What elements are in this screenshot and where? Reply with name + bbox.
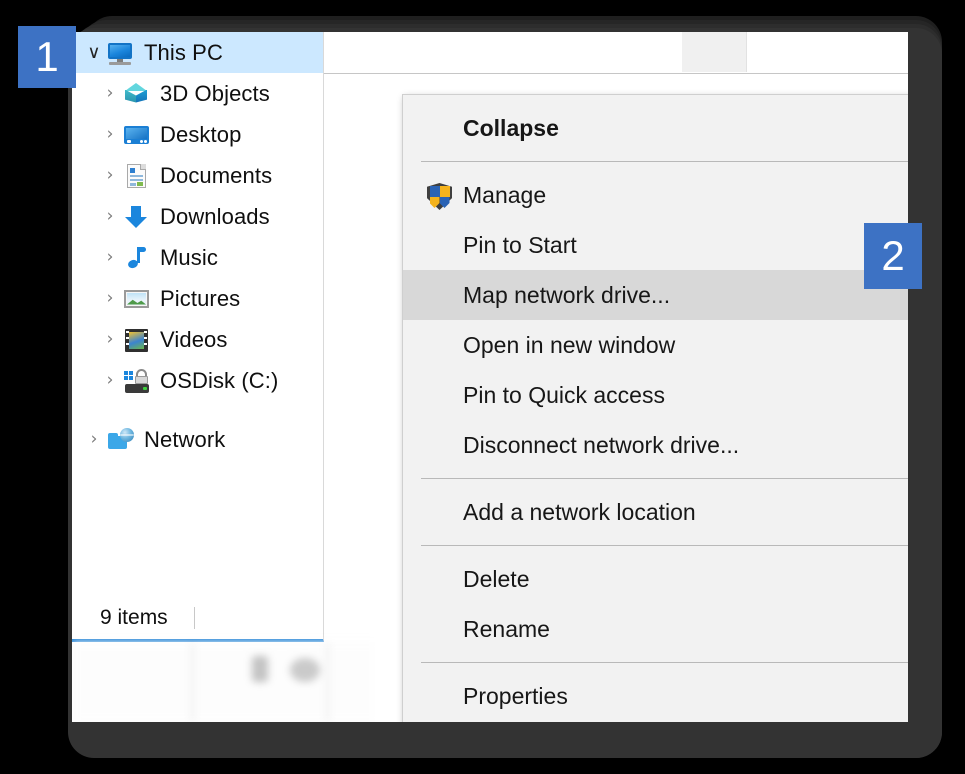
tree-item-label: Downloads (160, 203, 270, 229)
menu-item-label: Rename (463, 615, 550, 642)
tree-item-label: Desktop (160, 121, 242, 147)
menu-item-pin-to-quick-access[interactable]: Pin to Quick access (403, 370, 908, 420)
status-divider (193, 607, 195, 629)
menu-item-icon-slot (417, 681, 463, 711)
tree-item-network[interactable]: › Network (72, 419, 323, 460)
tree-item-label: Network (144, 426, 226, 452)
menu-item-icon-slot (417, 330, 463, 360)
chevron-right-icon[interactable]: › (98, 249, 122, 266)
tree-item-label: 3D Objects (160, 80, 270, 106)
menu-item-label: Map network drive... (463, 281, 671, 308)
menu-item-label: Collapse (463, 114, 559, 141)
menu-item-label: Open in new window (463, 331, 676, 358)
menu-item-label: Pin to Quick access (463, 381, 665, 408)
tree-item-label: Pictures (160, 285, 241, 311)
menu-item-icon-slot (417, 497, 463, 527)
context-menu[interactable]: Collapse Manage Pin to Start Map network… (402, 94, 908, 722)
downloads-icon (122, 204, 152, 230)
chevron-right-icon[interactable]: › (98, 126, 122, 143)
menu-item-label: Add a network location (463, 498, 696, 525)
screenshot-root: ∨ This PC › 3D Objects › Desktop › Docum… (0, 0, 965, 774)
chevron-down-icon[interactable]: ∨ (82, 43, 106, 62)
menu-item-open-in-new-window[interactable]: Open in new window (403, 320, 908, 370)
chevron-right-icon[interactable]: › (98, 167, 122, 184)
menu-item-icon-slot (417, 113, 463, 143)
tree-item-osdisk[interactable]: › OSDisk (C:) (72, 360, 323, 401)
pictures-icon (122, 286, 152, 312)
menu-separator (421, 662, 908, 663)
menu-item-label: Pin to Start (463, 231, 577, 258)
status-bar: 9 items (72, 598, 322, 638)
desktop-icon (122, 122, 152, 148)
tree-item-label: This PC (144, 39, 223, 65)
menu-item-label: Properties (463, 682, 568, 709)
menu-item-icon-slot (417, 430, 463, 460)
menu-item-rename[interactable]: Rename (403, 604, 908, 654)
menu-item-collapse[interactable]: Collapse (403, 103, 908, 153)
column-header[interactable] (682, 32, 747, 72)
menu-item-add-a-network-location[interactable]: Add a network location (403, 487, 908, 537)
documents-icon (122, 163, 152, 189)
menu-separator (421, 161, 908, 162)
tree-item-videos[interactable]: › Videos (72, 319, 323, 360)
menu-item-label: Delete (463, 565, 530, 592)
tree-item-music[interactable]: › Music (72, 237, 323, 278)
tree-item-desktop[interactable]: › Desktop (72, 114, 323, 155)
menu-separator (421, 478, 908, 479)
menu-item-map-network-drive[interactable]: Map network drive... (403, 270, 908, 320)
chevron-right-icon[interactable]: › (98, 331, 122, 348)
chevron-right-icon[interactable]: › (98, 372, 122, 389)
uac-shield-icon (417, 180, 463, 210)
tree-item-this-pc[interactable]: ∨ This PC (72, 32, 323, 73)
osdisk-icon (122, 368, 152, 394)
menu-item-icon-slot (417, 380, 463, 410)
videos-icon (122, 327, 152, 353)
menu-item-icon-slot (417, 614, 463, 644)
network-icon (106, 427, 136, 453)
menu-item-icon-slot (417, 564, 463, 594)
menu-item-delete[interactable]: Delete (403, 554, 908, 604)
step-badge-1: 1 (18, 26, 76, 88)
chevron-right-icon[interactable]: › (98, 208, 122, 225)
menu-separator (421, 545, 908, 546)
this-pc-icon (106, 40, 136, 66)
tree-item-label: OSDisk (C:) (160, 367, 279, 393)
chevron-right-icon[interactable]: › (98, 85, 122, 102)
tree-item-downloads[interactable]: › Downloads (72, 196, 323, 237)
menu-item-icon-slot (417, 230, 463, 260)
3d-objects-icon (122, 81, 152, 107)
tree-item-label: Music (160, 244, 218, 270)
tree-item-pictures[interactable]: › Pictures (72, 278, 323, 319)
file-explorer-window: ∨ This PC › 3D Objects › Desktop › Docum… (72, 32, 908, 722)
item-count-label: 9 items (100, 606, 168, 629)
tree-item-label: Videos (160, 326, 228, 352)
menu-item-disconnect-network-drive[interactable]: Disconnect network drive... (403, 420, 908, 470)
menu-item-label: Disconnect network drive... (463, 431, 740, 458)
menu-item-properties[interactable]: Properties (403, 671, 908, 721)
tree-item-label: Documents (160, 162, 273, 188)
menu-item-icon-slot (417, 280, 463, 310)
step-badge-2: 2 (864, 223, 922, 289)
navigation-pane: ∨ This PC › 3D Objects › Desktop › Docum… (72, 32, 324, 642)
tree-item-3d-objects[interactable]: › 3D Objects (72, 73, 323, 114)
menu-item-label: Manage (463, 181, 547, 208)
chevron-right-icon[interactable]: › (82, 431, 106, 448)
chevron-right-icon[interactable]: › (98, 290, 122, 307)
music-icon (122, 245, 152, 271)
tree-item-documents[interactable]: › Documents (72, 155, 323, 196)
menu-item-pin-to-start[interactable]: Pin to Start (403, 220, 908, 270)
menu-item-manage[interactable]: Manage (403, 170, 908, 220)
